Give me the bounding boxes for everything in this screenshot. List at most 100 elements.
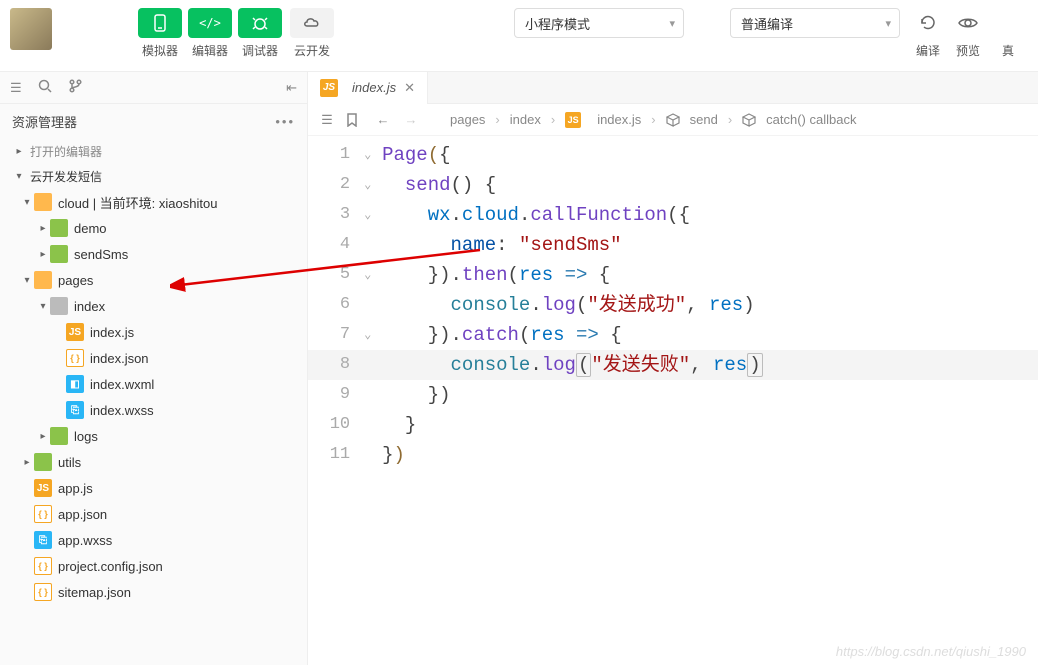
folder-o-icon: [34, 271, 52, 289]
code-line[interactable]: 10 }: [308, 410, 1038, 440]
cube-icon: [742, 113, 756, 127]
preview-label: 预览: [948, 42, 988, 59]
simulator-button[interactable]: [138, 8, 182, 38]
tree-item[interactable]: ⎘ index.wxss: [0, 397, 307, 423]
tree-item-label: logs: [74, 429, 98, 444]
code-line[interactable]: 11}): [308, 440, 1038, 470]
code-line[interactable]: 3⌄ wx.cloud.callFunction({: [308, 200, 1038, 230]
wxss-icon: ⎘: [34, 531, 52, 549]
tree-item-label: app.wxss: [58, 533, 112, 548]
nav-fwd-icon[interactable]: →: [402, 112, 420, 127]
tree-item[interactable]: ▸logs: [0, 423, 307, 449]
tree-item-label: utils: [58, 455, 81, 470]
bookmark-icon[interactable]: [346, 113, 364, 127]
tree-item[interactable]: ⎘ app.wxss: [0, 527, 307, 553]
real-label: 真: [988, 42, 1028, 59]
js-icon: JS: [565, 112, 581, 128]
collapse-icon[interactable]: ⇤: [286, 80, 297, 96]
simulator-label: 模拟器: [138, 42, 182, 59]
tree-item-label: index.js: [90, 325, 134, 340]
close-icon[interactable]: ✕: [404, 80, 415, 96]
json-icon: { }: [34, 557, 52, 575]
json-icon: { }: [34, 583, 52, 601]
sidebar: ☰ ⇤ 资源管理器 ••• ▸打开的编辑器 ▾云开发发短信 ▾cloud | 当…: [0, 72, 308, 665]
tree-item[interactable]: ▾cloud | 当前环境: xiaoshitou: [0, 189, 307, 215]
tree-item[interactable]: ▾pages: [0, 267, 307, 293]
tree-item[interactable]: ▾index: [0, 293, 307, 319]
code-line[interactable]: 7⌄ }).catch(res => {: [308, 320, 1038, 350]
tree-item[interactable]: JS index.js: [0, 319, 307, 345]
sidebar-toolbar: ☰ ⇤: [0, 72, 307, 104]
tree-item[interactable]: { }sitemap.json: [0, 579, 307, 605]
tree-item[interactable]: JS app.js: [0, 475, 307, 501]
tree-item[interactable]: ▸sendSms: [0, 241, 307, 267]
tree-item-label: app.json: [58, 507, 107, 522]
code-line[interactable]: 2⌄ send() {: [308, 170, 1038, 200]
folder-g-icon: [50, 427, 68, 445]
code-line[interactable]: 1⌄Page({: [308, 140, 1038, 170]
code-line[interactable]: 6 console.log("发送成功", res): [308, 290, 1038, 320]
folder-g-icon: [50, 219, 68, 237]
editor-area: JS index.js ✕ ☰ ← → pages› index› JS ind…: [308, 72, 1038, 665]
nav-back-icon[interactable]: ←: [374, 112, 392, 127]
tree-item-label: index.wxss: [90, 403, 154, 418]
debugger-label: 调试器: [238, 42, 282, 59]
folder-gray-icon: [50, 297, 68, 315]
search-icon[interactable]: [38, 79, 52, 96]
tree-item[interactable]: ▸utils: [0, 449, 307, 475]
outline-icon[interactable]: ☰: [318, 112, 336, 128]
editor-breadcrumb-bar: ☰ ← → pages› index› JS index.js› send› c…: [308, 104, 1038, 136]
explorer-title: 资源管理器: [12, 112, 77, 131]
debugger-button[interactable]: [238, 8, 282, 38]
code-line[interactable]: 9 }): [308, 380, 1038, 410]
json-icon: { }: [66, 349, 84, 367]
code-line[interactable]: 4 name: "sendSms": [308, 230, 1038, 260]
compile-label: 编译: [908, 42, 948, 59]
editor-label: 编辑器: [188, 42, 232, 59]
folder-g-icon: [50, 245, 68, 263]
crumb-index[interactable]: index: [510, 112, 541, 127]
tree-item-label: app.js: [58, 481, 93, 496]
wxss-icon: ⎘: [66, 401, 84, 419]
opened-editors-section[interactable]: ▸打开的编辑器: [0, 139, 307, 164]
tab-index-js[interactable]: JS index.js ✕: [308, 72, 428, 104]
mode-dropdown[interactable]: 小程序模式: [514, 8, 684, 38]
cloud-dev-button[interactable]: [290, 8, 334, 38]
crumb-file[interactable]: index.js: [597, 112, 641, 127]
explorer-header: 资源管理器 •••: [0, 104, 307, 139]
code-line[interactable]: 5⌄ }).then(res => {: [308, 260, 1038, 290]
crumb-catch[interactable]: catch() callback: [766, 112, 856, 127]
compile-button[interactable]: [908, 8, 948, 38]
cube-icon: [666, 113, 680, 127]
crumb-send[interactable]: send: [690, 112, 718, 127]
json-icon: { }: [34, 505, 52, 523]
js-icon: JS: [66, 323, 84, 341]
crumb-pages[interactable]: pages: [450, 112, 485, 127]
folder-o-icon: [34, 193, 52, 211]
tree-item-label: cloud | 当前环境: xiaoshitou: [58, 193, 217, 212]
tree-item[interactable]: { }index.json: [0, 345, 307, 371]
js-icon: JS: [320, 79, 338, 97]
tree-item[interactable]: ▸demo: [0, 215, 307, 241]
code-editor[interactable]: 1⌄Page({2⌄ send() {3⌄ wx.cloud.callFunct…: [308, 136, 1038, 470]
tree-item[interactable]: { }project.config.json: [0, 553, 307, 579]
more-icon[interactable]: •••: [275, 114, 295, 129]
preview-button[interactable]: [948, 8, 988, 38]
tab-label: index.js: [352, 80, 396, 95]
code-line[interactable]: 8 console.log("发送失败", res): [308, 350, 1038, 380]
branch-icon[interactable]: [68, 79, 82, 96]
real-button[interactable]: [988, 8, 1028, 38]
tree-item-label: index.wxml: [90, 377, 154, 392]
editor-button[interactable]: </>: [188, 8, 232, 38]
avatar[interactable]: [10, 8, 52, 50]
project-root-section[interactable]: ▾云开发发短信: [0, 164, 307, 189]
compile-dropdown[interactable]: 普通编译: [730, 8, 900, 38]
js-icon: JS: [34, 479, 52, 497]
tree-item-label: index: [74, 299, 105, 314]
tree-item-label: demo: [74, 221, 107, 236]
tree-item[interactable]: { } app.json: [0, 501, 307, 527]
list-icon[interactable]: ☰: [10, 80, 22, 96]
top-toolbar: </> 模拟器 编辑器 调试器 云开发 小程序模式 普通编译 编译 预览 真: [0, 0, 1038, 72]
tree-item[interactable]: ◧index.wxml: [0, 371, 307, 397]
folder-g-icon: [34, 453, 52, 471]
